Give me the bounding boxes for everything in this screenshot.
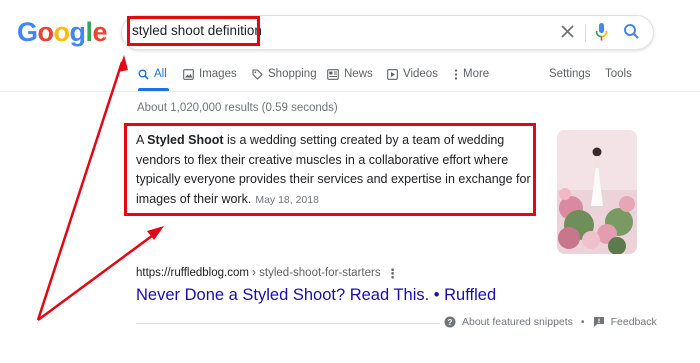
logo-letter: g xyxy=(69,17,87,47)
tab-all[interactable]: All xyxy=(138,68,167,80)
logo-letter: e xyxy=(92,17,108,47)
search-divider xyxy=(585,24,586,42)
logo-letter: l xyxy=(85,17,94,47)
feedback-icon xyxy=(593,317,604,327)
help-icon: ? xyxy=(444,316,456,328)
tab-news[interactable]: News xyxy=(327,68,373,80)
tab-settings[interactable]: Settings xyxy=(549,68,591,80)
tab-settings-label: Settings xyxy=(549,68,591,80)
result-cite: https://ruffledblog.com › styled-shoot-f… xyxy=(136,267,381,279)
svg-text:?: ? xyxy=(448,318,453,327)
snippet-bold-term: Styled Shoot xyxy=(147,133,224,147)
logo-letter: o xyxy=(37,17,55,47)
tab-videos[interactable]: Videos xyxy=(387,68,438,80)
news-icon xyxy=(327,68,339,80)
google-logo[interactable]: Google xyxy=(17,17,108,47)
tab-tools[interactable]: Tools xyxy=(605,68,632,80)
tab-news-label: News xyxy=(344,68,373,80)
logo-letter: G xyxy=(17,17,38,47)
search-icon xyxy=(138,69,149,80)
result-breadcrumb: › styled-shoot-for-starters xyxy=(248,267,381,279)
query-highlight-box xyxy=(127,16,260,46)
tab-all-label: All xyxy=(154,68,167,80)
tab-images[interactable]: Images xyxy=(183,68,237,80)
footer-separator: • xyxy=(580,316,585,328)
logo-letter: o xyxy=(53,17,71,47)
snippet-date: May 18, 2018 xyxy=(255,193,319,206)
about-snippets-link[interactable]: About featured snippets xyxy=(462,316,573,328)
tab-shopping[interactable]: Shopping xyxy=(252,68,317,80)
featured-snippet-text: A Styled Shoot is a wedding setting crea… xyxy=(136,131,531,210)
mic-icon[interactable] xyxy=(595,22,608,47)
search-box[interactable]: styled shoot definition xyxy=(121,15,654,50)
snippet-text-pre: A xyxy=(136,133,148,147)
result-url: https://ruffledblog.com xyxy=(136,267,249,279)
result-menu-icon[interactable]: ⋮ xyxy=(386,266,399,282)
video-icon xyxy=(387,68,398,80)
search-icon[interactable] xyxy=(623,23,640,45)
more-vert-icon xyxy=(454,68,458,80)
close-icon[interactable] xyxy=(559,23,576,45)
tab-images-label: Images xyxy=(199,68,237,80)
snippet-thumbnail[interactable] xyxy=(557,130,637,254)
search-tabs: All Images Shopping News Videos More Set… xyxy=(138,68,658,84)
tab-more[interactable]: More xyxy=(454,68,489,80)
result-stats: About 1,020,000 results (0.59 seconds) xyxy=(137,102,338,114)
feedback-link[interactable]: Feedback xyxy=(611,316,657,328)
snippet-footer: ? About featured snippets • Feedback xyxy=(440,316,657,328)
tabs-divider xyxy=(0,91,700,92)
tab-more-label: More xyxy=(463,68,490,80)
tab-tools-label: Tools xyxy=(605,68,632,80)
tab-shopping-label: Shopping xyxy=(268,68,317,80)
result-title-link[interactable]: Never Done a Styled Shoot? Read This. • … xyxy=(136,286,496,305)
tag-icon xyxy=(252,68,263,80)
tab-videos-label: Videos xyxy=(403,68,438,80)
image-icon xyxy=(183,68,194,80)
